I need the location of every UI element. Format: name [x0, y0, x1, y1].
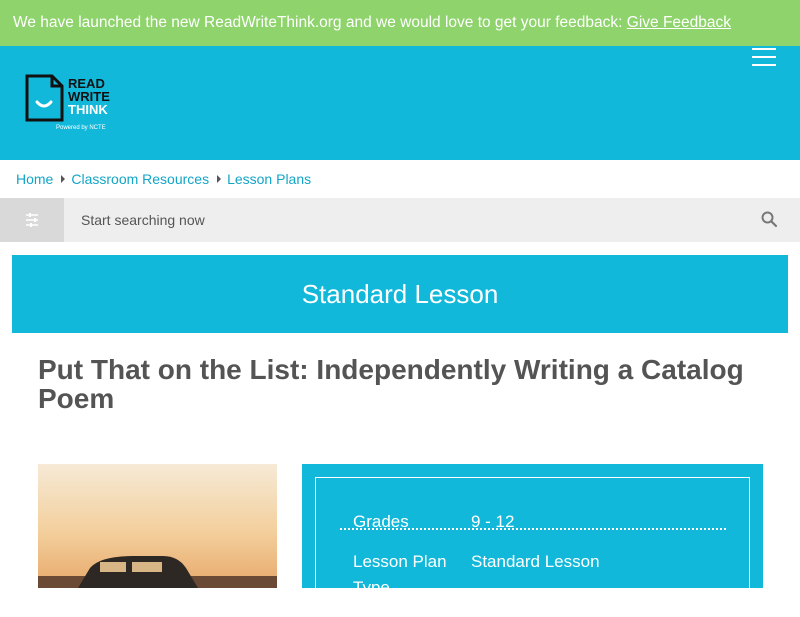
feedback-banner: We have launched the new ReadWriteThink.… — [0, 0, 800, 46]
lesson-plan-type-value: Standard Lesson — [471, 552, 600, 571]
logo-tagline: Powered by NCTE — [56, 125, 106, 131]
filter-button[interactable] — [0, 198, 64, 242]
readwritethink-logo[interactable]: READ WRITE THINK Powered by NCTE — [24, 74, 124, 134]
lesson-info-box: Grades 9 - 12 Lesson Plan Type Standard … — [315, 477, 750, 617]
sliders-icon — [26, 213, 38, 227]
lesson-photo — [38, 464, 277, 588]
breadcrumb-lesson-plans[interactable]: Lesson Plans — [227, 171, 311, 187]
breadcrumb-chevron-icon — [61, 175, 66, 183]
give-feedback-link[interactable]: Give Feedback — [627, 14, 731, 31]
lesson-type-banner: Standard Lesson — [12, 255, 788, 333]
lesson-plan-type-label: Lesson Plan Type — [353, 552, 447, 597]
search-input[interactable] — [64, 198, 744, 242]
info-divider — [340, 528, 726, 530]
logo-mark-icon: READ WRITE THINK Powered by NCTE — [25, 74, 110, 131]
grades-value: 9 - 12 — [471, 512, 515, 531]
breadcrumb: Home Classroom Resources Lesson Plans — [16, 171, 311, 187]
vintage-car-image — [38, 464, 277, 588]
site-header: READ WRITE THINK Powered by NCTE — [0, 46, 800, 160]
breadcrumb-classroom-resources[interactable]: Classroom Resources — [71, 171, 209, 187]
grades-label: Grades — [353, 512, 409, 531]
page-title: Put That on the List: Independently Writ… — [38, 354, 744, 414]
hamburger-menu-icon[interactable] — [752, 46, 780, 70]
breadcrumb-home[interactable]: Home — [16, 171, 53, 187]
feedback-banner-text: We have launched the new ReadWriteThink.… — [13, 14, 623, 31]
breadcrumb-chevron-icon — [217, 175, 222, 183]
search-bar — [0, 198, 800, 242]
search-icon[interactable] — [760, 210, 778, 228]
logo-line3: THINK — [68, 102, 108, 117]
lesson-info-panel: Grades 9 - 12 Lesson Plan Type Standard … — [302, 464, 763, 617]
